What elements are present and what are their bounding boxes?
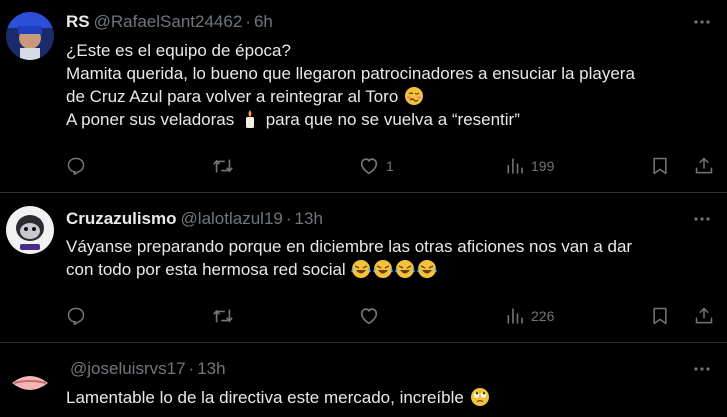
candle-emoji: [240, 109, 260, 129]
heart-icon: [358, 155, 380, 177]
tweet-header: Cruzazulismo @lalotlazul19 · 13h: [66, 208, 323, 230]
tweet[interactable]: RS @RafaelSant24462 · 6h ¿Este es el equipo…: [0, 0, 727, 193]
reply-button[interactable]: [66, 305, 92, 327]
handle[interactable]: @joseluisrvs17: [70, 359, 186, 378]
bookmark-button[interactable]: [650, 155, 670, 177]
views-icon: [505, 306, 525, 326]
reply-icon: [66, 306, 86, 326]
share-button[interactable]: [694, 155, 714, 177]
rofl-emoji: [417, 259, 438, 279]
heart-icon: [358, 305, 380, 327]
like-button[interactable]: [358, 305, 386, 327]
tweet[interactable]: Cruzazulismo @lalotlazul19 · 13h Váyanse pr…: [0, 193, 727, 343]
display-name[interactable]: Cruzazulismo: [66, 209, 177, 228]
handle[interactable]: @RafaelSant24462: [94, 12, 243, 31]
tweet-line: ¿Este es el equipo de época?: [66, 41, 291, 60]
tweet-header: RS @RafaelSant24462 · 6h: [66, 11, 273, 33]
tweet[interactable]: @joseluisrvs17 · 13h Lamentable lo de la d…: [0, 343, 727, 417]
more-icon[interactable]: [691, 208, 713, 230]
separator-dot: ·: [188, 359, 195, 378]
like-button[interactable]: 1: [358, 155, 394, 177]
timestamp[interactable]: 13h: [295, 209, 323, 228]
handle[interactable]: @lalotlazul19: [181, 209, 283, 228]
timestamp[interactable]: 13h: [197, 359, 225, 378]
rofl-emoji-group: [350, 260, 438, 279]
share-button[interactable]: [694, 305, 714, 327]
retweet-button[interactable]: [212, 305, 240, 327]
share-icon: [694, 156, 714, 176]
tweet-actions: 226: [66, 305, 713, 327]
bookmark-icon: [650, 306, 670, 326]
tweet-line: con todo por esta hermosa red social: [66, 258, 716, 281]
separator-dot: ·: [245, 12, 251, 31]
views-button[interactable]: 226: [505, 305, 554, 327]
woozy-face-emoji: [404, 86, 424, 106]
tweet-line: Váyanse preparando porque en diciembre l…: [66, 237, 633, 256]
display-name[interactable]: RS: [66, 12, 90, 31]
like-count: 1: [386, 158, 394, 174]
avatar[interactable]: [6, 206, 54, 254]
retweet-button[interactable]: [212, 155, 240, 177]
bookmark-button[interactable]: [650, 305, 670, 327]
separator-dot: ·: [285, 209, 292, 228]
tweet-line: Lamentable lo de la directiva este merca…: [66, 386, 716, 409]
bookmark-icon: [650, 156, 670, 176]
tweet-text: ¿Este es el equipo de época? Mamita quer…: [66, 39, 716, 131]
tweet-text: Váyanse preparando porque en diciembre l…: [66, 235, 716, 281]
retweet-icon: [212, 305, 234, 327]
rofl-emoji: [395, 259, 416, 279]
retweet-icon: [212, 155, 234, 177]
reply-icon: [66, 156, 86, 176]
tweet-header: @joseluisrvs17 · 13h: [66, 358, 226, 380]
timestamp[interactable]: 6h: [254, 12, 273, 31]
views-count: 199: [531, 158, 555, 174]
tweet-actions: 1 199: [66, 155, 713, 177]
tweet-line: A poner sus veladoras para que no se vue…: [66, 109, 520, 129]
rofl-emoji: [373, 259, 394, 279]
avatar[interactable]: [6, 359, 54, 407]
views-icon: [505, 156, 525, 176]
tweet-line: Mamita querida, lo bueno que llegaron pa…: [66, 64, 635, 83]
reply-button[interactable]: [66, 155, 92, 177]
avatar[interactable]: [6, 12, 54, 60]
more-icon[interactable]: [691, 358, 713, 380]
eye-roll-emoji: [470, 387, 490, 407]
more-icon[interactable]: [691, 11, 713, 33]
tweet-line: de Cruz Azul para volver a reintegrar al…: [66, 85, 716, 108]
views-count: 226: [531, 308, 555, 324]
views-button[interactable]: 199: [505, 155, 554, 177]
rofl-emoji: [351, 259, 372, 279]
share-icon: [694, 306, 714, 326]
tweet-text: Lamentable lo de la directiva este merca…: [66, 386, 716, 409]
